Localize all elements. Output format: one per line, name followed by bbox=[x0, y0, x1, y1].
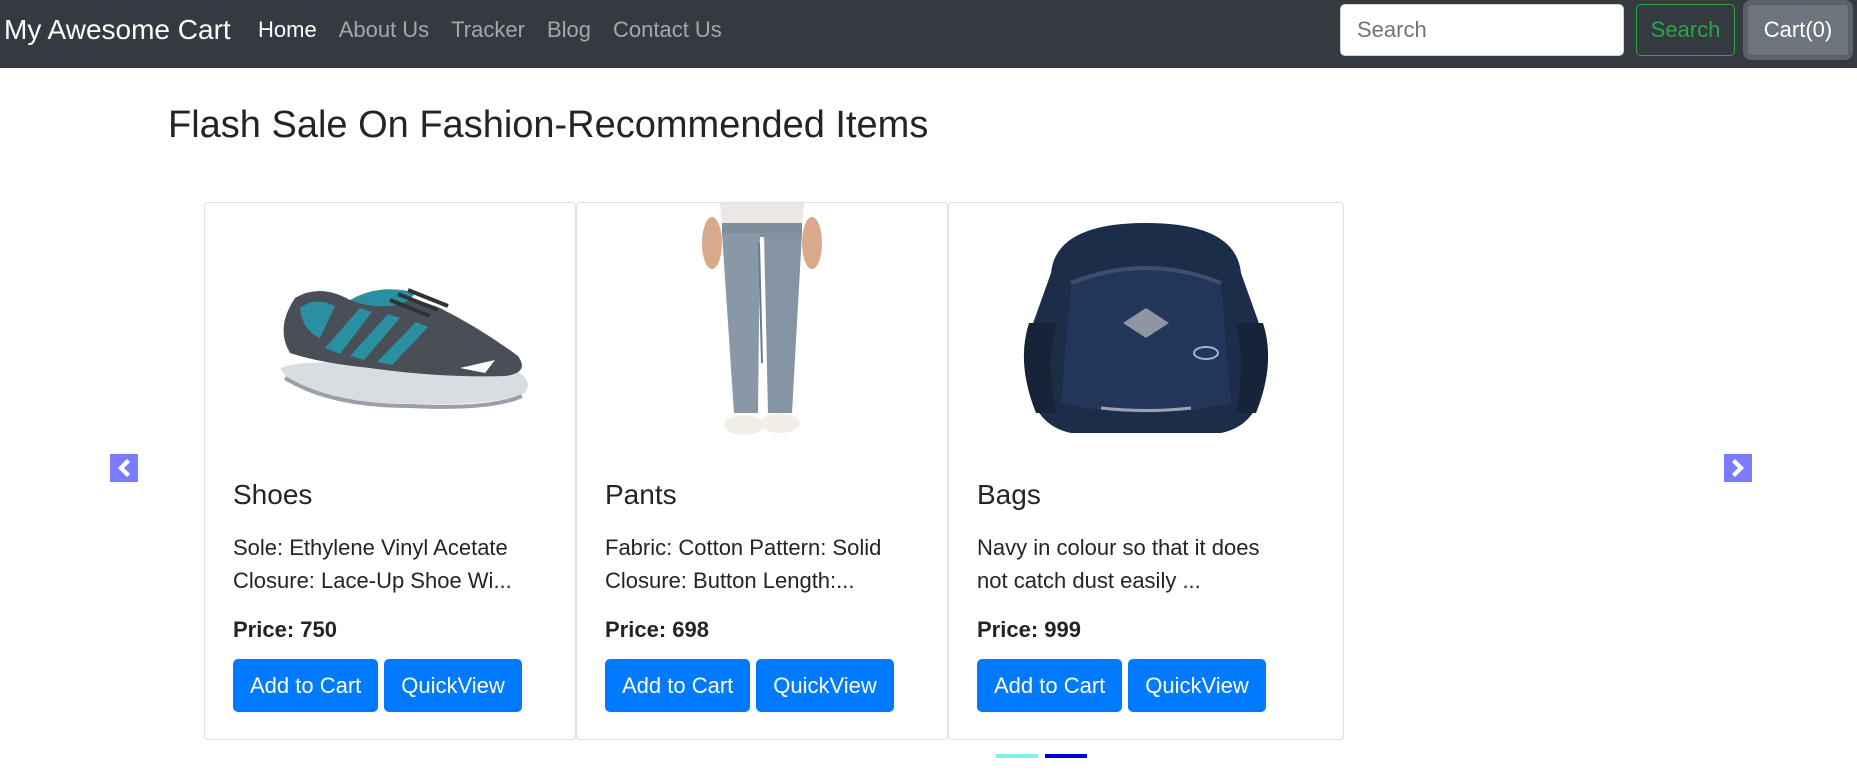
quickview-button[interactable]: QuickView bbox=[384, 659, 522, 712]
chevron-right-icon bbox=[1732, 459, 1744, 477]
product-card-bags: Bags Navy in colour so that it does not … bbox=[948, 202, 1344, 740]
grey-pants-image bbox=[577, 203, 947, 453]
product-title: Bags bbox=[977, 479, 1041, 510]
navy-backpack-image bbox=[949, 203, 1343, 453]
product-actions: Add to Cart QuickView bbox=[233, 659, 528, 712]
brand-logo-link[interactable]: My Awesome Cart bbox=[4, 14, 231, 46]
product-price: Price: 698 bbox=[605, 617, 709, 642]
product-description: Fabric: Cotton Pattern: Solid Closure: B… bbox=[605, 535, 882, 593]
carousel-prev-button[interactable] bbox=[110, 454, 138, 482]
add-to-cart-button[interactable]: Add to Cart bbox=[233, 659, 379, 712]
cart-button[interactable]: Cart(0) bbox=[1745, 2, 1851, 58]
carousel-slide: Shoes Sole: Ethylene Vinyl Acetate Closu… bbox=[204, 202, 1344, 740]
add-to-cart-button[interactable]: Add to Cart bbox=[977, 659, 1123, 712]
add-to-cart-button[interactable]: Add to Cart bbox=[605, 659, 751, 712]
nav-link-tracker[interactable]: Tracker bbox=[451, 17, 525, 43]
carousel-next-button[interactable] bbox=[1724, 454, 1752, 482]
product-actions: Add to Cart QuickView bbox=[977, 659, 1272, 712]
nav-link-home[interactable]: Home bbox=[258, 17, 317, 43]
nav-link-contact-us[interactable]: Contact Us bbox=[613, 17, 722, 43]
product-description: Navy in colour so that it does not catch… bbox=[977, 535, 1260, 593]
carousel-indicator-1[interactable] bbox=[996, 754, 1038, 758]
product-price: Price: 999 bbox=[977, 617, 1081, 642]
navbar: My Awesome Cart Home About Us Tracker Bl… bbox=[0, 0, 1857, 68]
search-button[interactable]: Search bbox=[1636, 4, 1735, 56]
product-title: Pants bbox=[605, 479, 677, 510]
nav-link-about-us[interactable]: About Us bbox=[339, 17, 430, 43]
running-shoe-image bbox=[205, 203, 575, 453]
product-card-pants: Pants Fabric: Cotton Pattern: Solid Clos… bbox=[576, 202, 948, 740]
carousel-indicators bbox=[996, 754, 1094, 758]
carousel-indicator-2[interactable] bbox=[1045, 754, 1087, 758]
product-card-shoes: Shoes Sole: Ethylene Vinyl Acetate Closu… bbox=[204, 202, 576, 740]
page-title: Flash Sale On Fashion-Recommended Items bbox=[168, 104, 929, 146]
quickview-button[interactable]: QuickView bbox=[1128, 659, 1266, 712]
product-price: Price: 750 bbox=[233, 617, 337, 642]
nav-link-blog[interactable]: Blog bbox=[547, 17, 591, 43]
product-carousel: Shoes Sole: Ethylene Vinyl Acetate Closu… bbox=[110, 202, 1752, 762]
product-title: Shoes bbox=[233, 479, 313, 510]
nav-links: Home About Us Tracker Blog Contact Us bbox=[258, 17, 744, 43]
product-description: Sole: Ethylene Vinyl Acetate Closure: La… bbox=[233, 535, 512, 593]
search-input[interactable] bbox=[1340, 4, 1624, 56]
quickview-button[interactable]: QuickView bbox=[756, 659, 894, 712]
product-actions: Add to Cart QuickView bbox=[605, 659, 900, 712]
chevron-left-icon bbox=[118, 459, 130, 477]
